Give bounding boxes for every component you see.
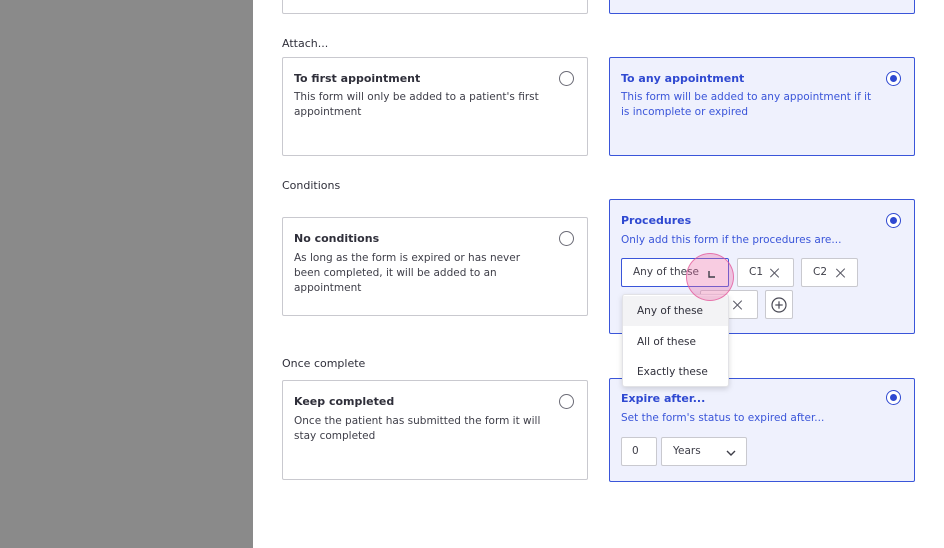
conditions-section-label: Conditions: [282, 179, 341, 192]
option-label: Any of these: [637, 305, 704, 317]
radio-button[interactable]: [559, 394, 574, 409]
no-conditions-card[interactable]: No conditions As long as the form is exp…: [282, 217, 588, 316]
radio-button-selected[interactable]: [886, 71, 901, 86]
previous-option-card-left[interactable]: [282, 0, 588, 14]
modal-backdrop[interactable]: [0, 0, 253, 548]
card-description: Only add this form if the procedures are…: [621, 234, 842, 246]
card-description: This form will only be added to a patien…: [294, 91, 539, 118]
radio-button-selected[interactable]: [886, 213, 901, 228]
remove-tag-icon[interactable]: [836, 268, 846, 278]
attach-any-appointment-card[interactable]: To any appointment This form will be add…: [609, 57, 915, 156]
radio-button[interactable]: [559, 231, 574, 246]
plus-circle-icon: [771, 297, 787, 313]
expire-after-card[interactable]: Expire after... Set the form's status to…: [609, 378, 915, 482]
card-description: Once the patient has submitted the form …: [294, 415, 541, 442]
card-description: As long as the form is expired or has ne…: [294, 252, 521, 294]
remove-tag-icon[interactable]: [770, 268, 780, 278]
once-complete-section-label: Once complete: [282, 357, 366, 370]
input-value: 0: [632, 445, 639, 457]
chevron-down-icon: [726, 450, 736, 456]
remove-tag-icon[interactable]: [733, 300, 743, 310]
dropdown-option-exactly[interactable]: Exactly these: [623, 357, 728, 387]
card-description: This form will be added to any appointme…: [621, 91, 872, 118]
radio-button-selected[interactable]: [886, 390, 901, 405]
card-title: Procedures: [621, 214, 692, 227]
cursor-click-indicator: [686, 253, 734, 301]
tag-label: C1: [749, 266, 764, 278]
previous-option-card-right[interactable]: [609, 0, 915, 14]
option-label: Exactly these: [637, 366, 708, 378]
keep-completed-card[interactable]: Keep completed Once the patient has subm…: [282, 380, 588, 480]
card-title: To any appointment: [621, 72, 745, 85]
radio-button[interactable]: [559, 71, 574, 86]
procedure-match-dropdown: Any of these All of these Exactly these: [622, 294, 729, 387]
tag-label: C2: [813, 266, 828, 278]
card-title: Expire after...: [621, 392, 706, 405]
cursor-icon: [708, 271, 715, 278]
procedure-tag-c1: C1: [737, 258, 794, 287]
attach-first-appointment-card[interactable]: To first appointment This form will only…: [282, 57, 588, 156]
card-title: Keep completed: [294, 395, 395, 408]
select-value: Years: [673, 445, 701, 457]
procedure-tag-c2: C2: [801, 258, 858, 287]
add-procedure-button[interactable]: [765, 290, 793, 319]
card-title: No conditions: [294, 232, 380, 245]
card-description: Set the form's status to expired after..…: [621, 412, 825, 424]
card-title: To first appointment: [294, 72, 421, 85]
option-label: All of these: [637, 336, 696, 348]
expire-amount-input[interactable]: 0: [621, 437, 657, 466]
expire-unit-select[interactable]: Years: [661, 437, 747, 466]
dropdown-option-all[interactable]: All of these: [623, 327, 728, 357]
attach-section-label: Attach...: [282, 37, 329, 50]
